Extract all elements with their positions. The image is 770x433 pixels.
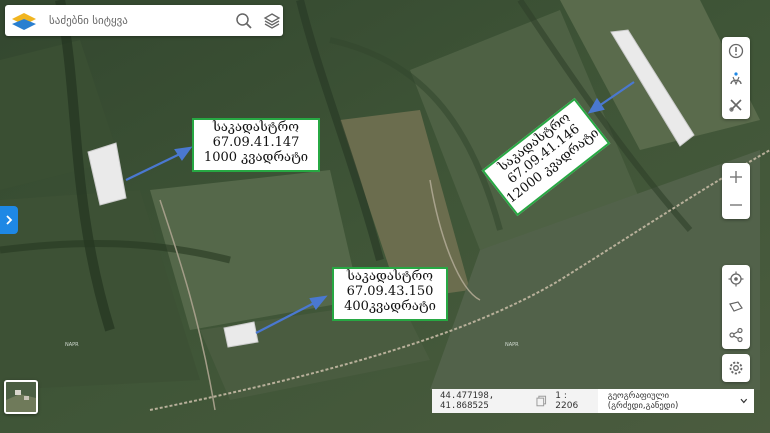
share-button[interactable]	[722, 321, 750, 349]
basemap-thumbnail	[6, 382, 36, 412]
parcel-label-147: საკადასტრო 67.09.41.147 1000 კვადრატი	[192, 118, 320, 172]
zoom-out-icon	[730, 204, 742, 206]
expand-panel-button[interactable]	[0, 206, 18, 234]
measure-icon	[729, 301, 743, 312]
parcel-label-title: საკადასტრო	[347, 269, 433, 284]
parcel-label-title: საკადასტრო	[213, 120, 299, 135]
napr-watermark: NAPR	[505, 342, 519, 348]
satellite-map[interactable]: NAPR NAPR საკადასტრო 67.09.41.147 1000 კ…	[0, 0, 770, 433]
napr-logo-icon	[12, 12, 36, 30]
projection-select[interactable]: გეოგრაფიული (გრძედი,განედი)	[597, 389, 754, 413]
locate-user-icon	[730, 72, 742, 86]
satellite-imagery	[0, 0, 770, 433]
search-bar	[5, 5, 283, 36]
settings-icon	[729, 361, 743, 375]
tools-button[interactable]	[722, 92, 750, 119]
layers-icon	[263, 12, 281, 29]
search-button[interactable]	[233, 10, 255, 32]
info-button[interactable]	[722, 37, 750, 64]
share-icon	[729, 327, 743, 343]
napr-watermark: NAPR	[65, 342, 79, 348]
settings-button[interactable]	[722, 354, 750, 382]
projection-label: გეოგრაფიული (გრძედი,განედი)	[607, 391, 679, 411]
tools-icon	[729, 99, 742, 112]
zoom-in-icon	[730, 171, 742, 183]
parcel-label-150: საკადასტრო 67.09.43.150 400კვადრატი	[332, 267, 448, 321]
status-bar: 44.477198, 41.868525 1 : 2206 გეოგრაფიულ…	[432, 389, 754, 413]
settings-group	[722, 354, 750, 382]
parcel-label-area: 1000 კვადრატი	[203, 149, 309, 165]
map-actions-group	[722, 265, 750, 349]
parcel-label-code: 67.09.41.147	[212, 134, 300, 150]
copy-icon[interactable]	[536, 395, 547, 407]
zoom-controls	[722, 163, 750, 219]
chevron-right-icon	[6, 215, 13, 225]
scale-readout: 1 : 2206	[555, 391, 579, 411]
zoom-out-button[interactable]	[722, 191, 750, 219]
locate-user-button[interactable]	[722, 64, 750, 91]
map-tools-group	[722, 37, 750, 119]
info-icon	[728, 43, 744, 58]
parcel-label-area: 400კვადრატი	[344, 298, 436, 314]
search-icon	[236, 12, 252, 29]
target-icon	[728, 271, 744, 287]
search-input[interactable]	[47, 13, 221, 28]
target-button[interactable]	[722, 265, 750, 293]
parcel-label-code: 67.09.43.150	[346, 283, 434, 299]
coordinates-readout: 44.477198, 41.868525	[440, 391, 495, 411]
measure-button[interactable]	[722, 293, 750, 321]
basemap-switcher[interactable]	[4, 380, 38, 414]
zoom-in-button[interactable]	[722, 163, 750, 191]
chevron-down-icon	[740, 398, 748, 404]
layers-button[interactable]	[261, 10, 283, 32]
